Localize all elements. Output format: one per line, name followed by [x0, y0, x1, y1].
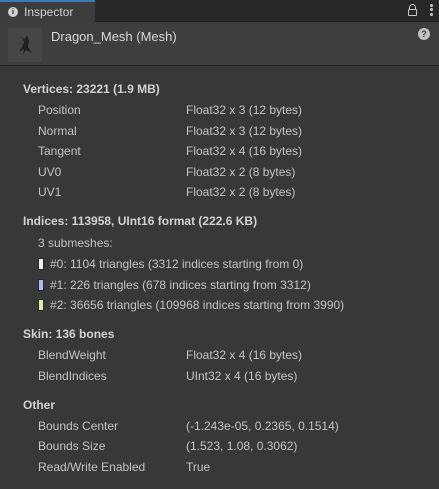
- row-key: Normal: [38, 124, 77, 138]
- submesh-text: #1: 226 triangles (678 indices starting …: [50, 278, 311, 292]
- section-title-other: Other: [23, 398, 56, 412]
- tab-actions: [407, 3, 433, 17]
- row-key: Position: [38, 103, 81, 117]
- page-title: Dragon_Mesh (Mesh): [51, 29, 177, 44]
- row-key: Bounds Center: [38, 419, 119, 433]
- table-row: BlendWeight Float32 x 4 (16 bytes): [0, 348, 439, 368]
- row-value: Float32 x 3 (12 bytes): [186, 124, 303, 138]
- table-row: Tangent Float32 x 4 (16 bytes): [0, 144, 439, 164]
- row-value: Float32 x 3 (12 bytes): [186, 103, 303, 117]
- info-icon: i: [8, 7, 18, 17]
- table-row: UV0 Float32 x 2 (8 bytes): [0, 165, 439, 185]
- inspector-header: Dragon_Mesh (Mesh) ?: [0, 22, 439, 66]
- kebab-menu-icon[interactable]: [429, 3, 433, 17]
- lock-icon[interactable]: [407, 3, 419, 17]
- section-title-vertices: Vertices: 23221 (1.9 MB): [23, 82, 160, 96]
- table-row: Position Float32 x 3 (12 bytes): [0, 103, 439, 123]
- tab-bar: i Inspector: [0, 0, 439, 22]
- list-item: #2: 36656 triangles (109968 indices star…: [38, 297, 344, 313]
- table-row: BlendIndices UInt32 x 4 (16 bytes): [0, 369, 439, 389]
- tab-label: Inspector: [24, 5, 74, 19]
- row-value: Float32 x 4 (16 bytes): [186, 348, 303, 362]
- section-title-indices: Indices: 113958, UInt16 format (222.6 KB…: [23, 214, 258, 228]
- row-value: Float32 x 2 (8 bytes): [186, 165, 296, 179]
- row-key: UV1: [38, 185, 62, 199]
- table-row: Bounds Size (1.523, 1.08, 0.3062): [0, 439, 439, 459]
- table-row: Bounds Center (-1.243e-05, 0.2365, 0.1514…: [0, 419, 439, 439]
- list-item: #1: 226 triangles (678 indices starting …: [38, 277, 311, 293]
- submesh-text: #2: 36656 triangles (109968 indices star…: [50, 298, 345, 312]
- row-value: Float32 x 4 (16 bytes): [186, 144, 303, 158]
- mesh-thumbnail: [8, 28, 42, 62]
- row-key: UV0: [38, 165, 62, 179]
- dragon-mesh-preview-icon: [19, 35, 32, 55]
- submesh-color-swatch: [38, 279, 44, 291]
- submesh-text: #0: 1104 triangles (3312 indices startin…: [50, 257, 304, 271]
- tab-inspector[interactable]: i Inspector: [0, 0, 95, 22]
- row-value: UInt32 x 4 (16 bytes): [186, 369, 298, 383]
- table-row: UV1 Float32 x 2 (8 bytes): [0, 185, 439, 205]
- row-key: BlendIndices: [38, 369, 107, 383]
- list-item: #0: 1104 triangles (3312 indices startin…: [38, 256, 303, 272]
- row-value: Float32 x 2 (8 bytes): [186, 185, 296, 199]
- section-title-skin: Skin: 136 bones: [23, 327, 115, 341]
- submesh-count: 3 submeshes:: [38, 236, 113, 250]
- table-row: Normal Float32 x 3 (12 bytes): [0, 124, 439, 144]
- submesh-color-swatch: [38, 299, 44, 311]
- submesh-color-swatch: [38, 258, 44, 270]
- row-key: BlendWeight: [38, 348, 106, 362]
- row-value: (1.523, 1.08, 0.3062): [186, 439, 298, 453]
- row-value: True: [186, 460, 211, 474]
- row-value: (-1.243e-05, 0.2365, 0.1514): [186, 419, 339, 433]
- row-key: Bounds Size: [38, 439, 106, 453]
- help-icon[interactable]: ?: [418, 28, 430, 40]
- row-key: Tangent: [38, 144, 81, 158]
- row-key: Read/Write Enabled: [38, 460, 146, 474]
- table-row: Read/Write Enabled True: [0, 460, 439, 480]
